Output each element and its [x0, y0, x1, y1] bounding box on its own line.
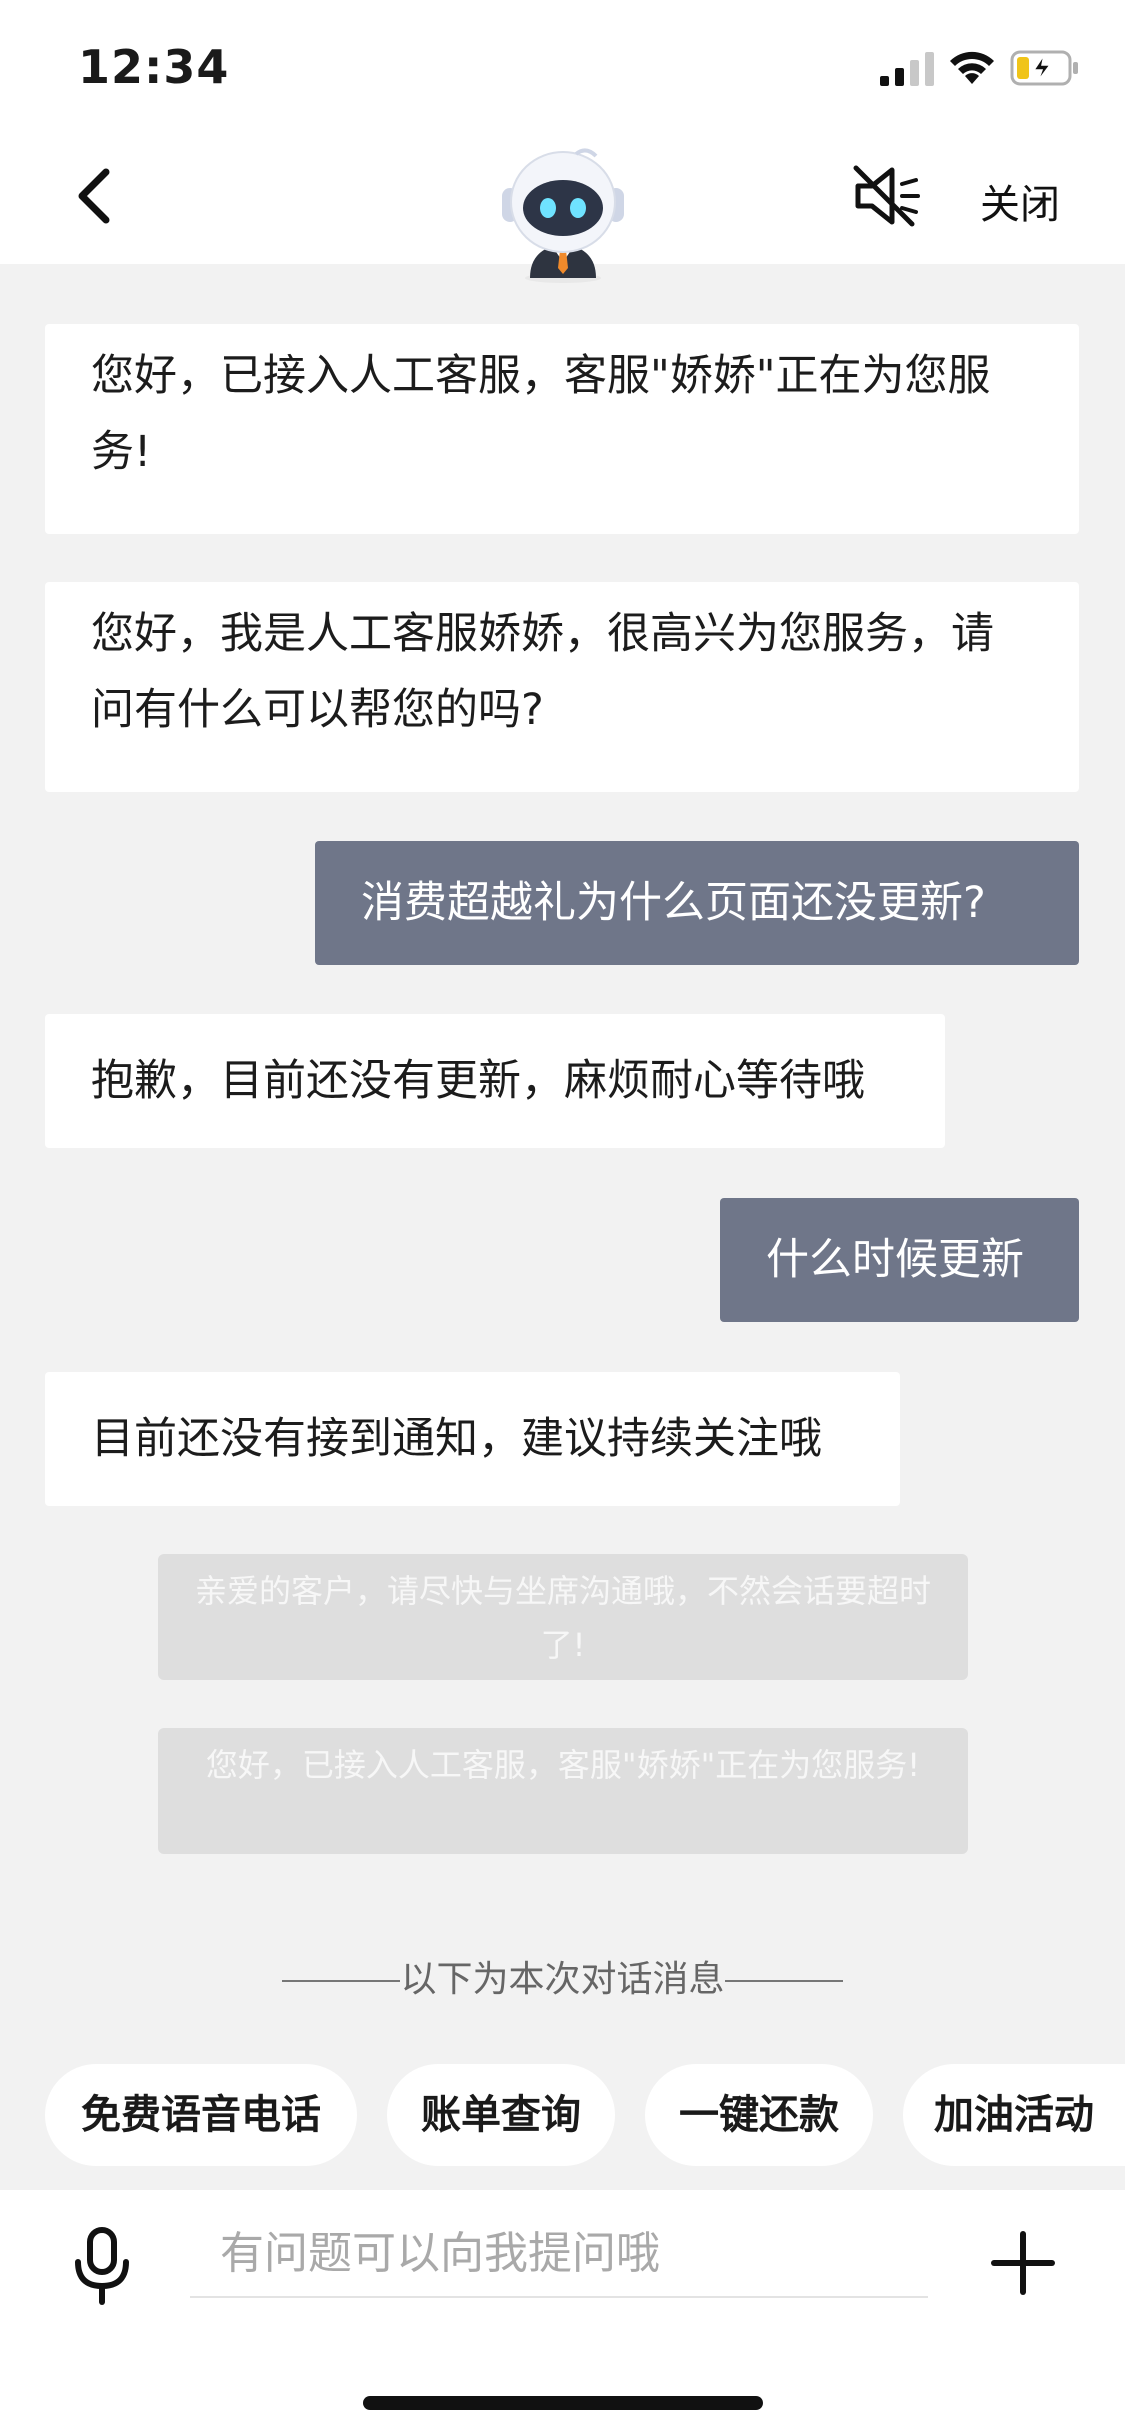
quick-action-fuel-promo[interactable]: 加油活动: [903, 2064, 1125, 2166]
cellular-signal-icon: [880, 52, 934, 86]
back-chevron-icon[interactable]: [70, 166, 120, 226]
robot-avatar-icon: [502, 148, 624, 283]
incoming-message: 目前还没有接到通知，建议持续关注哦: [45, 1372, 900, 1506]
incoming-message: 您好，已接入人工客服，客服"娇娇"正在为您服务!: [45, 324, 1079, 534]
mute-speaker-icon[interactable]: [850, 162, 924, 230]
outgoing-message: 什么时候更新: [720, 1198, 1079, 1322]
battery-icon: [1010, 50, 1078, 86]
divider-line: [724, 1980, 843, 1982]
status-time: 12:34: [78, 40, 230, 94]
nav-bar: 关闭: [0, 132, 1125, 283]
plus-icon[interactable]: [990, 2230, 1056, 2296]
system-notice: 亲爱的客户，请尽快与坐席沟通哦，不然会话要超时了!: [158, 1554, 968, 1680]
conversation-divider: 以下为本次对话消息: [0, 1950, 1125, 2002]
quick-action-bill-query[interactable]: 账单查询: [387, 2064, 615, 2166]
incoming-message: 抱歉，目前还没有更新，麻烦耐心等待哦: [45, 1014, 945, 1148]
quick-action-voice-call[interactable]: 免费语音电话: [45, 2064, 357, 2166]
message-input[interactable]: [190, 2210, 928, 2298]
close-button[interactable]: 关闭: [980, 172, 1060, 230]
microphone-icon[interactable]: [70, 2226, 134, 2306]
quick-action-repayment[interactable]: 一键还款: [645, 2064, 873, 2166]
status-bar: 12:34: [0, 0, 1125, 132]
divider-text: 以下为本次对话消息: [400, 1959, 725, 2000]
wifi-icon: [950, 51, 994, 84]
incoming-message: 您好，我是人工客服娇娇，很高兴为您服务，请问有什么可以帮您的吗?: [45, 582, 1079, 792]
divider-line: [282, 1980, 401, 1982]
system-notice: 您好，已接入人工客服，客服"娇娇"正在为您服务!: [158, 1728, 968, 1854]
home-indicator[interactable]: [363, 2396, 763, 2410]
outgoing-message: 消费超越礼为什么页面还没更新?: [315, 841, 1079, 965]
